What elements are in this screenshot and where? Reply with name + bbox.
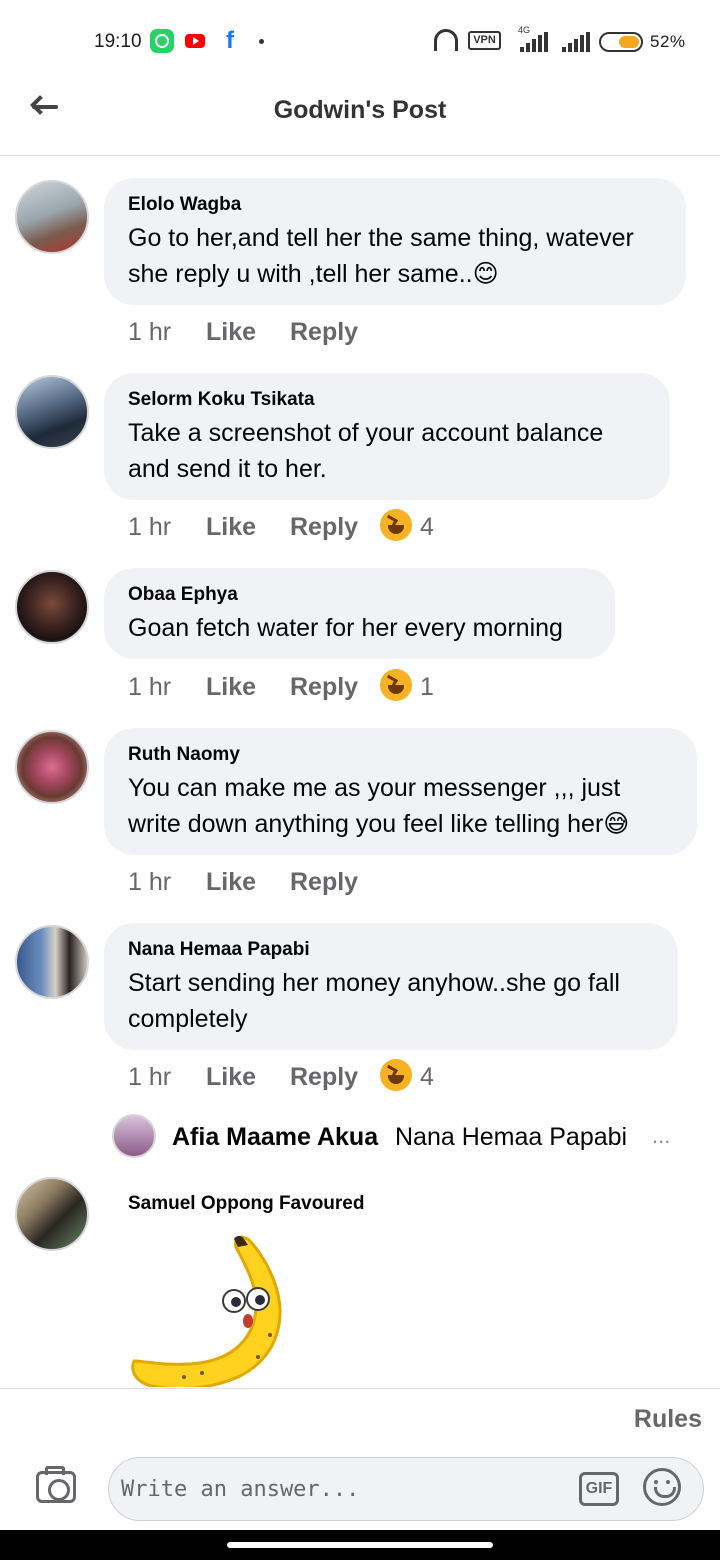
comment-bubble: Elolo Wagba Go to her,and tell her the s… [104, 178, 686, 305]
reply-button[interactable]: Reply [290, 513, 358, 542]
whatsapp-icon [150, 29, 174, 53]
avatar[interactable] [15, 1177, 89, 1251]
reply-more-indicator: ... [652, 1123, 671, 1148]
haha-reaction-icon[interactable] [380, 669, 412, 701]
status-bar: 19:10 f VPN 4G 52% [0, 0, 720, 84]
reply-button[interactable]: Reply [290, 1063, 358, 1092]
reply-button[interactable]: Reply [290, 868, 358, 897]
like-button[interactable]: Like [206, 1063, 256, 1092]
comment-time: 1 hr [128, 513, 172, 541]
vpn-icon: VPN [468, 31, 501, 50]
like-button[interactable]: Like [206, 318, 256, 347]
comment-author[interactable]: Elolo Wagba [128, 194, 662, 216]
camera-icon[interactable] [36, 1466, 76, 1503]
reply-preview[interactable]: Afia Maame Akua Nana Hemaa Papabi ... [112, 1114, 712, 1158]
reply-button[interactable]: Reply [290, 318, 358, 347]
emoji-icon[interactable] [643, 1468, 681, 1506]
comment-input-box[interactable]: GIF [108, 1457, 704, 1521]
post-header: Godwin's Post [0, 84, 720, 156]
facebook-icon: f [226, 27, 234, 54]
reaction-count[interactable]: 4 [420, 1063, 434, 1092]
signal-icon-sim2 [558, 32, 594, 52]
battery-percent: 52% [650, 32, 686, 51]
comment-author[interactable]: Nana Hemaa Papabi [128, 939, 654, 961]
avatar[interactable] [15, 180, 89, 254]
comment-text: You can make me as your messenger ,,, ju… [128, 774, 630, 838]
avatar[interactable] [15, 570, 89, 644]
comment-text: Goan fetch water for her every morning [128, 614, 563, 642]
headphones-icon [434, 29, 458, 51]
reply-author[interactable]: Afia Maame Akua [172, 1123, 378, 1152]
avatar[interactable] [15, 375, 89, 449]
avatar[interactable] [112, 1114, 156, 1158]
comment-author[interactable]: Samuel Oppong Favoured [128, 1193, 364, 1215]
comment-bubble: Selorm Koku Tsikata Take a screenshot of… [104, 373, 670, 500]
comment-text: Go to her,and tell her the same thing, w… [128, 224, 634, 288]
banana-sticker [130, 1235, 290, 1387]
comment-bubble: Nana Hemaa Papabi Start sending her mone… [104, 923, 678, 1050]
comment-bubble: Obaa Ephya Goan fetch water for her ever… [104, 568, 615, 659]
haha-reaction-icon[interactable] [380, 509, 412, 541]
signal-icon [514, 32, 550, 52]
comment-author[interactable]: Obaa Ephya [128, 584, 591, 606]
home-gesture-handle[interactable] [227, 1542, 493, 1548]
gif-button[interactable]: GIF [579, 1472, 619, 1506]
comment-time: 1 hr [128, 868, 172, 896]
status-time: 19:10 [94, 31, 142, 52]
battery-icon [599, 32, 643, 52]
more-notifications-icon [259, 39, 264, 44]
comment-author[interactable]: Ruth Naomy [128, 744, 673, 766]
avatar[interactable] [15, 925, 89, 999]
reply-text: Nana Hemaa Papabi [395, 1123, 628, 1151]
rules-link[interactable]: Rules [634, 1405, 702, 1434]
comment-composer: Rules GIF [0, 1388, 720, 1530]
like-button[interactable]: Like [206, 673, 256, 702]
comment-time: 1 hr [128, 1063, 172, 1091]
comment-text: Take a screenshot of your account balanc… [128, 419, 604, 483]
like-button[interactable]: Like [206, 868, 256, 897]
comment-time: 1 hr [128, 673, 172, 701]
avatar[interactable] [15, 730, 89, 804]
page-title: Godwin's Post [273, 96, 447, 124]
haha-reaction-icon[interactable] [380, 1059, 412, 1091]
comment-input[interactable] [121, 1466, 561, 1512]
comment-text: Start sending her money anyhow..she go f… [128, 969, 620, 1033]
comment-author[interactable]: Selorm Koku Tsikata [128, 389, 646, 411]
comment-bubble: Ruth Naomy You can make me as your messe… [104, 728, 697, 855]
reaction-count[interactable]: 1 [420, 673, 434, 702]
comment-time: 1 hr [128, 318, 172, 346]
reply-button[interactable]: Reply [290, 673, 358, 702]
youtube-icon [185, 34, 205, 48]
reaction-count[interactable]: 4 [420, 513, 434, 542]
like-button[interactable]: Like [206, 513, 256, 542]
navigation-bar [0, 1530, 720, 1560]
